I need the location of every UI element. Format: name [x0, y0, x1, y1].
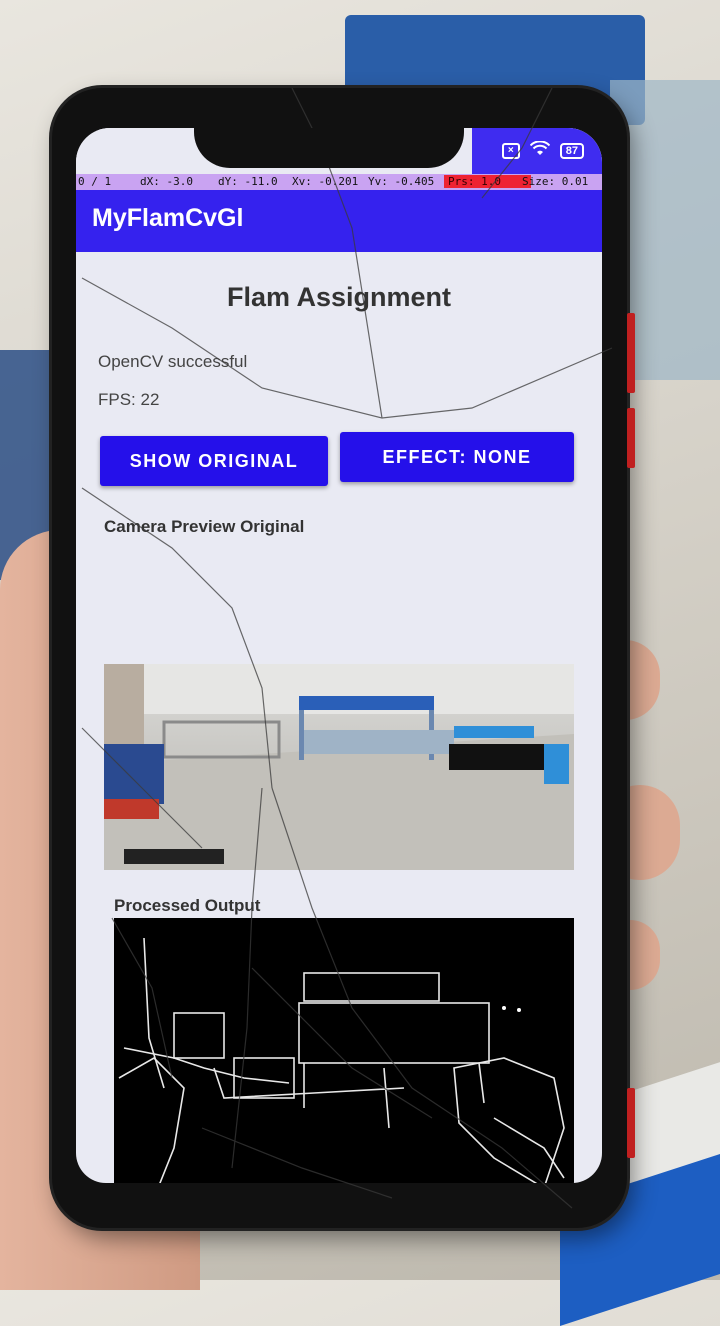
status-bar: × 87 [472, 128, 602, 174]
debug-dx: dX: -3.0 [140, 175, 193, 188]
debug-prs: Prs: 1.0 [444, 175, 531, 188]
page-title: Flam Assignment [226, 282, 452, 312]
processed-label: Processed Output [114, 896, 261, 915]
debug-size: Size: 0.01 [522, 175, 589, 188]
battery-icon: 87 [559, 143, 584, 159]
phone-side-button [627, 1088, 635, 1158]
processed-output-image [114, 918, 574, 1183]
debug-dy: dY: -11.0 [218, 175, 278, 188]
opencv-status-text: OpenCV successful [98, 352, 248, 371]
fps-text: FPS: 22 [98, 390, 160, 409]
camera-preview-image [104, 664, 574, 870]
phone-screen: × 87 0 / 1 dX: -3.0 dY: -11.0 Xv: -0.201… [76, 128, 602, 1183]
debug-xv: Xv: -0.201 [292, 175, 359, 188]
phone-side-button [627, 408, 635, 468]
phone-side-button [627, 313, 635, 393]
effect-button[interactable]: EFFECT: NONE [340, 432, 574, 482]
phone-device: × 87 0 / 1 dX: -3.0 dY: -11.0 Xv: -0.201… [52, 88, 635, 1228]
debug-yv: Yv: -0.405 [368, 175, 435, 188]
camera-notch [194, 128, 464, 168]
app-bar: MyFlamCvGl [76, 190, 602, 252]
debug-frame: 0 / 1 [78, 175, 112, 188]
main-content: Flam Assignment OpenCV successful FPS: 2… [76, 252, 602, 1183]
pointer-location-bar: 0 / 1 dX: -3.0 dY: -11.0 Xv: -0.201 Yv: … [76, 174, 602, 190]
wifi-icon [529, 139, 550, 162]
show-original-button[interactable]: SHOW ORIGINAL [100, 436, 328, 486]
preview-label: Camera Preview Original [104, 517, 305, 536]
notification-x-icon: × [501, 143, 520, 159]
app-title: MyFlamCvGl [92, 204, 244, 232]
